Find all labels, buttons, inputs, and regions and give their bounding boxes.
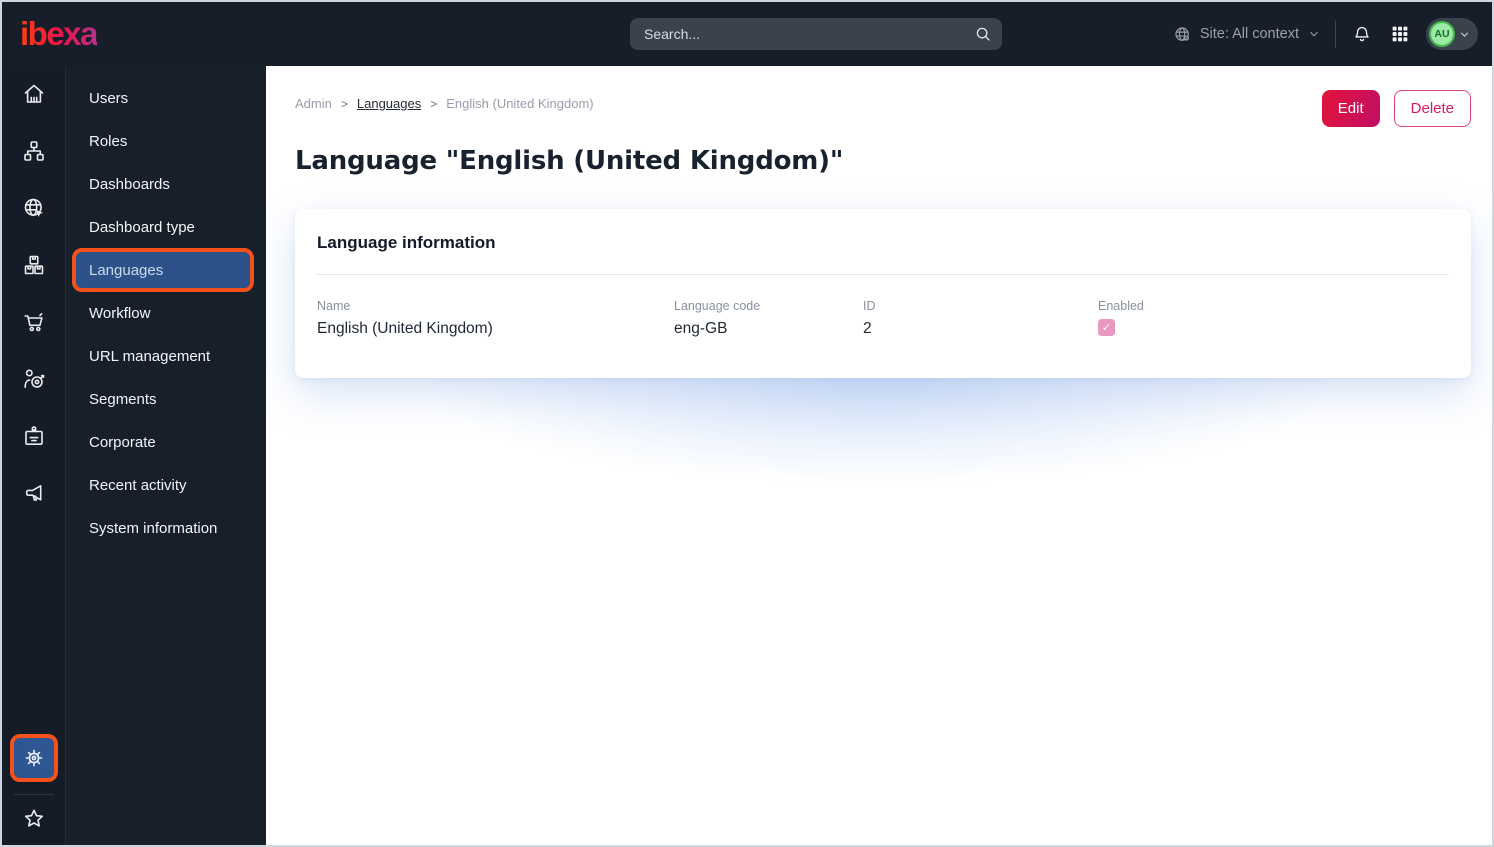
menu-item-system-information[interactable]: System information	[76, 510, 250, 546]
icon-rail-top	[14, 82, 54, 505]
site-context-selector[interactable]: Site: All context	[1173, 25, 1321, 44]
search-icon	[976, 27, 990, 41]
chevron-down-icon	[1310, 32, 1318, 37]
field-id: ID 2	[863, 299, 1098, 338]
search-input[interactable]	[644, 26, 974, 42]
field-name: Name English (United Kingdom)	[317, 299, 674, 338]
gear-icon	[25, 749, 42, 767]
sidebar-item-settings-selected[interactable]	[9, 734, 58, 782]
bell-icon	[1355, 26, 1369, 42]
app-switcher-button[interactable]	[1388, 22, 1412, 46]
sidebar-item-content-structure[interactable]	[14, 139, 54, 163]
globe-icon	[1175, 26, 1189, 41]
breadcrumb-current: English (United Kingdom)	[446, 96, 594, 111]
home-icon	[24, 84, 43, 103]
menu-item-workflow[interactable]: Workflow	[76, 295, 250, 331]
breadcrumb: Admin > Languages > English (United King…	[295, 96, 594, 111]
sidebar-item-products[interactable]	[14, 253, 54, 277]
field-label: Enabled	[1098, 299, 1144, 313]
sidebar-item-site[interactable]	[14, 196, 54, 220]
field-label: Language code	[674, 299, 761, 313]
sidebar-item-marketing[interactable]	[14, 481, 54, 505]
admin-menu: Users Roles Dashboards Dashboard type La…	[66, 66, 266, 845]
field-value: eng-GB	[674, 320, 728, 337]
notifications-button[interactable]	[1350, 22, 1374, 46]
breadcrumb-admin: Admin	[295, 96, 332, 111]
megaphone-icon	[25, 485, 41, 501]
field-language-code: Language code eng-GB	[674, 299, 863, 338]
app-window: ibexa Site: All context AU	[0, 0, 1494, 847]
boxes-icon	[24, 255, 43, 275]
delete-button[interactable]: Delete	[1393, 90, 1471, 127]
avatar: AU	[1429, 21, 1455, 47]
menu-item-dashboard-type[interactable]: Dashboard type	[76, 209, 250, 245]
language-information-card: Language information Name English (Unite…	[295, 209, 1471, 378]
sidebar-item-home[interactable]	[14, 82, 54, 106]
page-title: Language "English (United Kingdom)"	[295, 146, 844, 176]
chevron-down-icon	[1460, 32, 1469, 37]
badge-icon	[24, 426, 43, 445]
breadcrumb-separator: >	[340, 96, 348, 111]
field-value: English (United Kingdom)	[317, 320, 493, 337]
star-icon	[24, 809, 43, 827]
edit-button[interactable]: Edit	[1321, 90, 1380, 127]
field-label: ID	[863, 299, 876, 313]
rail-divider	[13, 794, 54, 795]
field-value: 2	[863, 320, 872, 337]
ibexa-logo[interactable]: ibexa	[20, 15, 98, 53]
grid-icon	[1392, 26, 1408, 42]
field-enabled: Enabled ✓	[1098, 299, 1449, 338]
top-bar: ibexa Site: All context AU	[2, 2, 1492, 66]
field-grid: Name English (United Kingdom) Language c…	[317, 275, 1449, 338]
user-menu[interactable]: AU	[1426, 18, 1478, 50]
sitemap-icon	[23, 141, 44, 161]
search-bar[interactable]	[630, 18, 1002, 50]
topbar-divider	[1335, 20, 1336, 48]
menu-item-dashboards[interactable]: Dashboards	[76, 166, 250, 202]
menu-item-url-management[interactable]: URL management	[76, 338, 250, 374]
sidebar-item-personalization[interactable]	[14, 367, 54, 391]
cart-icon	[23, 313, 43, 332]
topbar-right-cluster: Site: All context AU	[1173, 2, 1478, 66]
breadcrumb-separator: >	[430, 96, 438, 111]
breadcrumb-languages-link[interactable]: Languages	[357, 96, 421, 111]
person-target-icon	[23, 369, 44, 388]
menu-item-recent-activity[interactable]: Recent activity	[76, 467, 250, 503]
menu-item-roles[interactable]: Roles	[76, 123, 250, 159]
globe-cursor-icon	[24, 198, 43, 217]
icon-rail-bottom	[9, 734, 58, 831]
menu-item-segments[interactable]: Segments	[76, 381, 250, 417]
sidebar-item-bookmarks[interactable]	[14, 807, 54, 831]
card-heading: Language information	[317, 233, 496, 252]
main-content: Admin > Languages > English (United King…	[266, 66, 1492, 845]
menu-item-users[interactable]: Users	[76, 80, 250, 116]
field-label: Name	[317, 299, 351, 313]
menu-item-corporate[interactable]: Corporate	[76, 424, 250, 460]
icon-rail	[2, 66, 66, 845]
action-buttons: Edit Delete	[1321, 90, 1471, 127]
sidebar-item-corporate[interactable]	[14, 424, 54, 448]
menu-item-languages[interactable]: Languages	[72, 248, 254, 292]
site-context-label: Site: All context	[1199, 26, 1299, 42]
enabled-checkbox: ✓	[1098, 319, 1115, 336]
sidebar-item-commerce[interactable]	[14, 310, 54, 334]
